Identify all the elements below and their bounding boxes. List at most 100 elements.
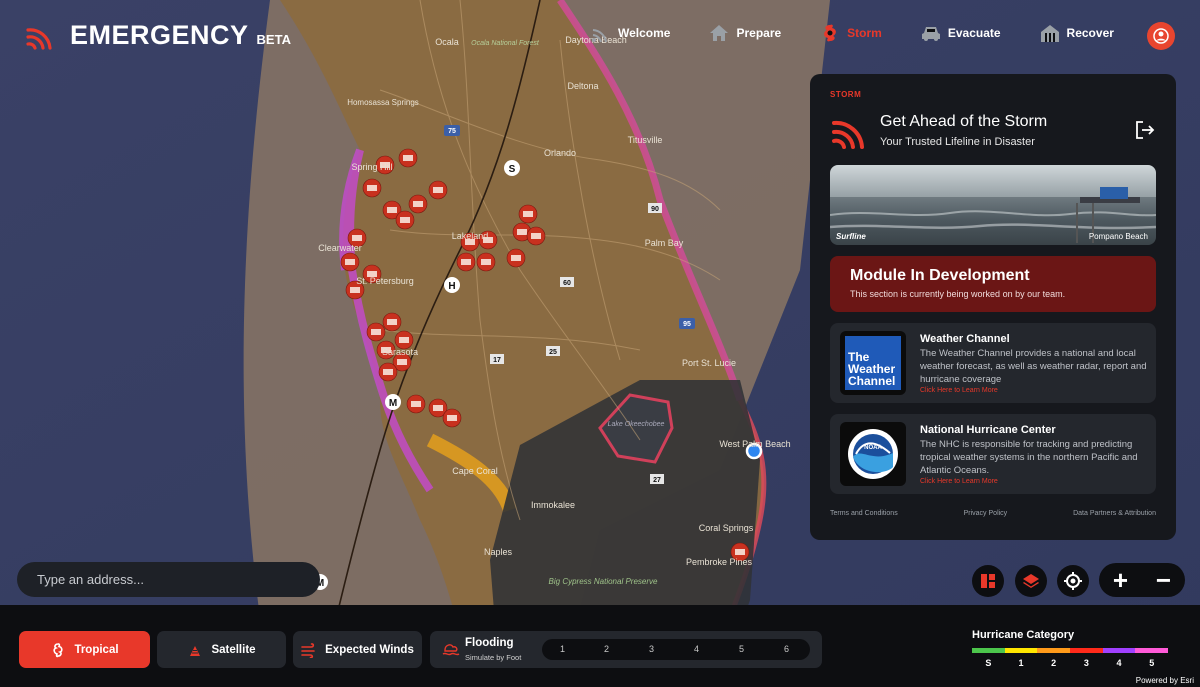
nav-label: Welcome [618, 26, 671, 40]
nav-label: Recover [1066, 26, 1114, 40]
storm-panel: STORM Get Ahead of the Storm Your Truste… [810, 74, 1176, 540]
privacy-link[interactable]: Privacy Policy [964, 510, 1008, 517]
svg-text:60: 60 [563, 280, 571, 287]
noaa-logo: NOAA [840, 422, 906, 486]
svg-text:Deltona: Deltona [567, 81, 598, 91]
shelter-pin-glyph [400, 217, 410, 223]
nav-welcome[interactable]: Welcome [590, 22, 670, 44]
user-avatar-button[interactable] [1147, 22, 1175, 50]
flood-step[interactable]: 1 [560, 644, 565, 654]
svg-text:West Palm Beach: West Palm Beach [719, 439, 790, 449]
svg-text:Sarasota: Sarasota [382, 347, 418, 357]
brand[interactable]: EMERGENCY BETA [24, 18, 291, 52]
surf-camera[interactable]: Surfline Pompano Beach [830, 165, 1156, 245]
shelter-pin-glyph [367, 185, 377, 191]
svg-text:Lakeland: Lakeland [452, 231, 489, 241]
shelter-pin-glyph [517, 229, 527, 235]
legend-label: 5 [1149, 658, 1155, 668]
legend-label: 2 [1051, 658, 1057, 668]
flooding-simulator: Flooding Simulate by Foot 1 2 3 4 5 6 [430, 631, 822, 668]
nav-prepare[interactable]: Prepare [708, 22, 781, 44]
flood-step[interactable]: 3 [649, 644, 654, 654]
address-search-input[interactable] [17, 562, 320, 597]
svg-text:Orlando: Orlando [544, 148, 576, 158]
svg-text:Pembroke Pines: Pembroke Pines [686, 557, 753, 567]
home-icon [710, 25, 729, 41]
flood-step[interactable]: 2 [604, 644, 609, 654]
shelter-pin-glyph [447, 415, 457, 421]
panel-header: Get Ahead of the Storm Your Trusted Life… [830, 109, 1156, 151]
stack-layers-icon [1023, 574, 1039, 588]
svg-text:17: 17 [493, 357, 501, 364]
legend-swatch [1135, 648, 1169, 653]
exit-icon[interactable] [1134, 119, 1156, 141]
svg-text:Spring Hill: Spring Hill [351, 162, 392, 172]
layers-panel-button[interactable] [972, 565, 1004, 597]
bottom-toolbar: Tropical Satellite Expected Winds Floodi… [0, 605, 1200, 687]
nav-evacuate[interactable]: Evacuate [920, 22, 1001, 44]
resource-card-weather-channel[interactable]: The Weather Channel Weather Channel The … [830, 323, 1156, 403]
layer-satellite-button[interactable]: Satellite [157, 631, 286, 668]
zoom-out-button[interactable]: − [1156, 565, 1171, 596]
legend-swatch [1070, 648, 1103, 653]
surfline-brand: Surfline [836, 232, 866, 241]
layer-tropical-button[interactable]: Tropical [19, 631, 150, 668]
svg-text:Homosassa Springs: Homosassa Springs [347, 98, 419, 107]
signal-logo-icon [832, 120, 864, 149]
legend-title: Hurricane Category [972, 629, 1075, 641]
panel-title: Get Ahead of the Storm [880, 112, 1048, 130]
nav-label: Storm [847, 26, 882, 40]
shelter-pin-glyph [345, 259, 355, 265]
powered-by: Powered by Esri [1135, 676, 1194, 685]
legend-swatch [1037, 648, 1071, 653]
camera-location: Pompano Beach [1088, 232, 1148, 241]
svg-text:Immokalee: Immokalee [531, 500, 575, 510]
rebuild-icon [1040, 25, 1059, 42]
card-link[interactable]: Click Here to Learn More [920, 387, 1148, 394]
shelter-pin-glyph [411, 401, 421, 407]
nav-storm[interactable]: Storm [819, 22, 882, 44]
tropical-storm-icon [53, 642, 64, 657]
dev-title: Module In Development [850, 267, 1030, 284]
shelter-pin-glyph [399, 337, 409, 343]
flooding-label: Flooding [465, 637, 514, 649]
shelter-pin-glyph [531, 233, 541, 239]
card-title: Weather Channel [920, 333, 1010, 345]
card-text: The NHC is responsible for tracking and … [920, 439, 1138, 477]
layer-winds-button[interactable]: Expected Winds [293, 631, 422, 668]
module-dev-notice: Module In Development This section is cu… [830, 256, 1156, 312]
flood-step[interactable]: 6 [784, 644, 789, 654]
card-text: The Weather Channel provides a national … [920, 348, 1147, 386]
resource-card-nhc[interactable]: NOAA National Hurricane Center The NHC i… [830, 414, 1156, 494]
nav-recover[interactable]: Recover [1039, 22, 1114, 44]
legend-label: 3 [1083, 658, 1089, 668]
legend-color-bar [972, 648, 1169, 653]
legend-swatch [1102, 648, 1136, 653]
main-nav: Welcome Prepare Storm Evacuate Recover [590, 22, 1152, 44]
terms-link[interactable]: Terms and Conditions [830, 510, 898, 517]
shelter-pin-glyph [433, 187, 443, 193]
zoom-in-button[interactable]: + [1113, 565, 1128, 596]
flood-depth-slider[interactable]: 1 2 3 4 5 6 [542, 639, 810, 660]
track-marker: H [448, 281, 455, 292]
shelter-pin-glyph [350, 287, 360, 293]
svg-text:Naples: Naples [484, 547, 513, 557]
svg-text:Titusville: Titusville [628, 135, 663, 145]
attribution-link[interactable]: Data Partners & Attribution [1073, 510, 1156, 517]
svg-text:Port St. Lucie: Port St. Lucie [682, 358, 736, 368]
shelter-pin-glyph [413, 201, 423, 207]
hurricane-icon [824, 24, 837, 42]
flood-step[interactable]: 4 [694, 644, 699, 654]
hurricane-category-legend: Hurricane Category S 1 2 3 4 5 [972, 629, 1169, 668]
legend-label: S [985, 658, 992, 668]
locate-button[interactable] [1057, 565, 1089, 597]
header: EMERGENCY BETA Welcome Prepare Storm Eva… [0, 0, 1200, 72]
flood-step[interactable]: 5 [739, 644, 744, 654]
card-link[interactable]: Click Here to Learn More [920, 478, 1148, 485]
noaa-emblem: NOAA [848, 429, 898, 479]
user-icon [1153, 28, 1169, 44]
basemap-button[interactable] [1015, 565, 1047, 597]
layer-label: Tropical [74, 643, 119, 656]
flooding-sublabel: Simulate by Foot [465, 653, 522, 662]
svg-text:Clearwater: Clearwater [318, 243, 362, 253]
